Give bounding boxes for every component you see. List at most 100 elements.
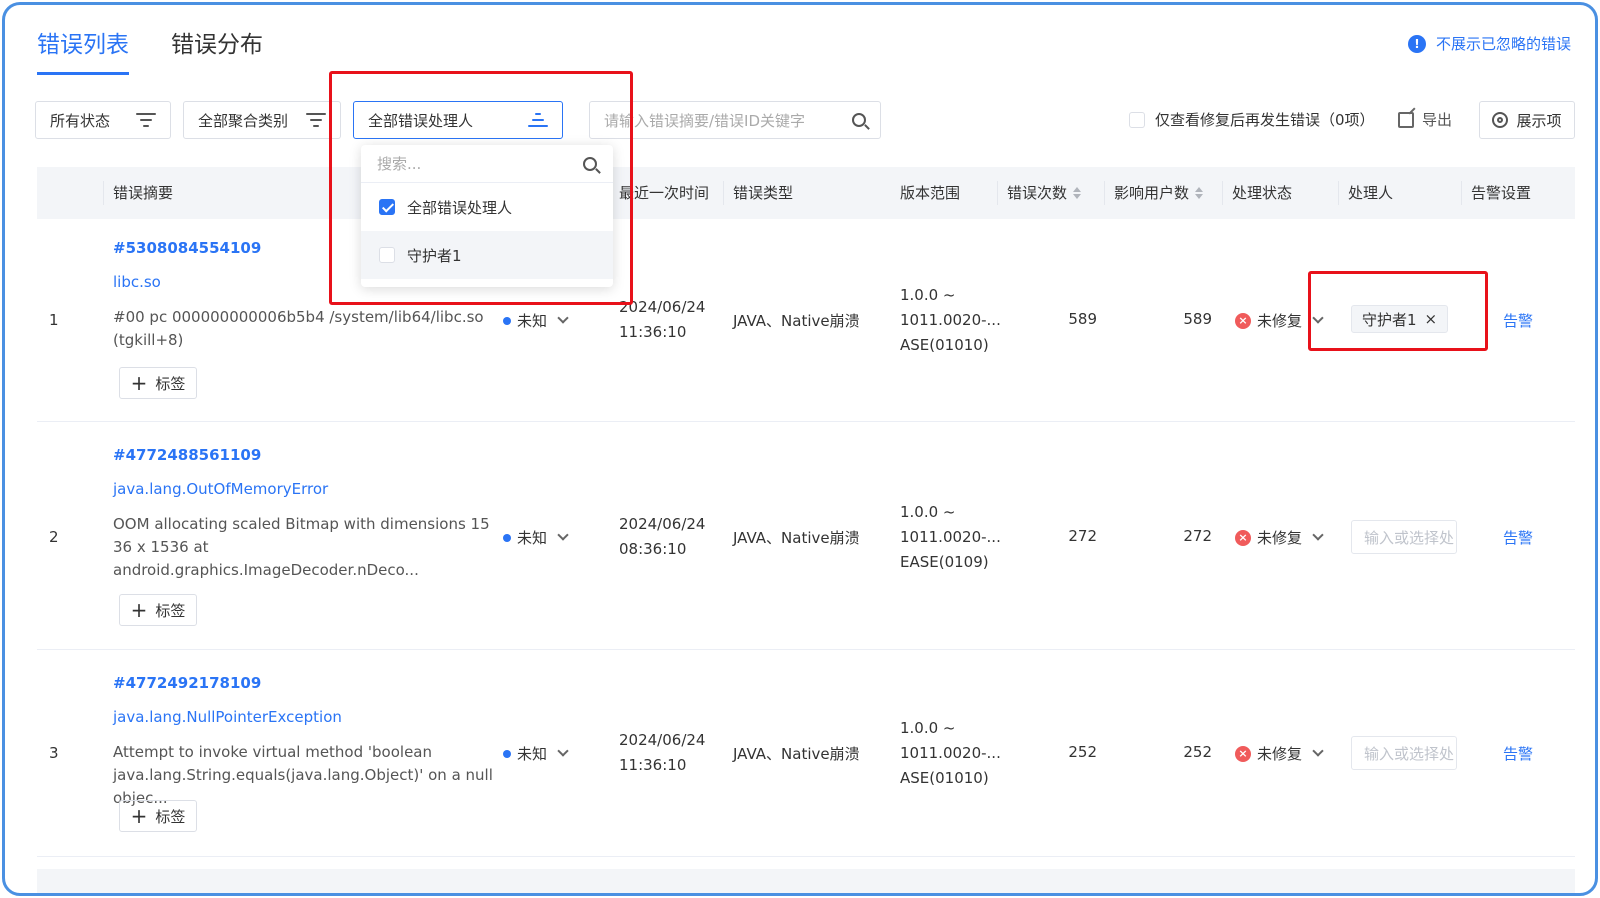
table-row: 3 #4772492178109 java.lang.NullPointerEx…	[37, 650, 1575, 857]
version-suffix: ASE(01010)	[900, 336, 989, 354]
row-index: 3	[49, 744, 59, 762]
plus-icon: +	[130, 371, 148, 395]
error-id-link[interactable]: #5308084554109	[113, 239, 261, 257]
error-icon: ×	[1235, 745, 1251, 762]
status-filter[interactable]: 所有状态	[35, 101, 171, 139]
error-name-link[interactable]: java.lang.NullPointerException	[113, 708, 342, 726]
error-icon: ×	[1235, 312, 1251, 329]
plus-icon: +	[130, 804, 148, 828]
search-icon[interactable]	[852, 113, 866, 127]
chevron-down-icon	[557, 745, 569, 757]
col-users[interactable]: 影响用户数	[1103, 167, 1204, 219]
status-label: 未修复	[1257, 745, 1303, 763]
alert-link[interactable]: 告警	[1503, 743, 1533, 764]
table-row: 2 #4772488561109 java.lang.OutOfMemoryEr…	[37, 422, 1575, 650]
settings-icon	[1492, 112, 1509, 128]
chevron-down-icon	[557, 312, 569, 324]
export-icon	[1398, 111, 1414, 128]
level-label: 未知	[517, 745, 548, 763]
export-label: 导出	[1422, 111, 1453, 129]
add-tag-button[interactable]: + 标签	[119, 367, 197, 399]
last-time-clock: 11:36:10	[619, 756, 687, 774]
error-name-link[interactable]: java.lang.OutOfMemoryError	[113, 480, 328, 498]
level-select[interactable]: 未知	[503, 527, 569, 548]
version-range: 1.0.0 ~ 1011.0020-... EASE(0109)	[900, 500, 1001, 575]
last-time: 2024/06/24 11:36:10	[619, 728, 705, 778]
level-dot-icon	[503, 749, 511, 758]
info-icon: !	[1407, 34, 1426, 53]
tab-bar: 错误列表 错误分布	[37, 25, 263, 75]
error-icon: ×	[1235, 529, 1251, 546]
status-select[interactable]: × 未修复	[1235, 527, 1324, 548]
version-from: 1.0.0 ~	[900, 719, 956, 737]
hide-ignored-toggle[interactable]: ! 不展示已忽略的错误	[1407, 33, 1571, 54]
affected-users: 589	[1183, 310, 1212, 328]
highlight-box-dropdown	[329, 71, 633, 305]
hide-ignored-label: 不展示已忽略的错误	[1435, 35, 1571, 53]
chevron-down-icon	[1312, 529, 1324, 541]
status-select[interactable]: × 未修复	[1235, 743, 1324, 764]
col-type-label: 错误类型	[733, 184, 794, 202]
add-tag-label: 标签	[155, 601, 186, 620]
add-tag-button[interactable]: + 标签	[119, 800, 197, 832]
error-name-link[interactable]: libc.so	[113, 273, 161, 291]
row-index: 2	[49, 528, 59, 546]
col-version-label: 版本范围	[900, 184, 961, 202]
row-index: 1	[49, 311, 59, 329]
only-refixed-checkbox[interactable]: 仅查看修复后再发生错误（0项）	[1129, 109, 1375, 130]
col-status: 处理状态	[1221, 167, 1293, 219]
alert-link[interactable]: 告警	[1503, 527, 1533, 548]
table-header: 错误摘要 最近一次时间 错误类型 版本范围 错误次数 影响用户数 处理状态 处理…	[37, 167, 1575, 219]
sort-icon[interactable]	[1073, 187, 1082, 199]
export-button[interactable]: 导出	[1398, 109, 1452, 130]
status-filter-label: 所有状态	[50, 111, 111, 130]
level-dot-icon	[503, 533, 511, 542]
add-tag-button[interactable]: + 标签	[119, 594, 197, 626]
col-users-label: 影响用户数	[1114, 184, 1190, 202]
handler-input[interactable]: 输入或选择处	[1351, 520, 1457, 554]
version-range: 1.0.0 ~ 1011.0020-... ASE(01010)	[900, 283, 1001, 358]
add-tag-label: 标签	[155, 807, 186, 826]
error-description: OOM allocating scaled Bitmap with dimens…	[113, 515, 490, 579]
tab-error-distribution[interactable]: 错误分布	[171, 25, 263, 75]
col-version: 版本范围	[900, 167, 960, 219]
category-filter[interactable]: 全部聚合类别	[183, 101, 341, 139]
error-id-link[interactable]: #4772492178109	[113, 674, 261, 692]
level-label: 未知	[517, 312, 548, 330]
col-handler: 处理人	[1337, 167, 1393, 219]
error-id-link[interactable]: #4772488561109	[113, 446, 261, 464]
error-type: JAVA、Native崩溃	[733, 745, 860, 763]
category-filter-label: 全部聚合类别	[198, 111, 289, 130]
col-count[interactable]: 错误次数	[996, 167, 1082, 219]
last-time-clock: 11:36:10	[619, 323, 687, 341]
version-from: 1.0.0 ~	[900, 503, 956, 521]
col-status-label: 处理状态	[1232, 184, 1293, 202]
highlight-box-handler	[1308, 271, 1488, 351]
version-from: 1.0.0 ~	[900, 286, 956, 304]
filter-icon	[136, 113, 156, 127]
error-count: 589	[1068, 310, 1097, 328]
sort-icon[interactable]	[1195, 187, 1204, 199]
handler-input[interactable]: 输入或选择处	[1351, 736, 1457, 770]
display-items-label: 展示项	[1516, 111, 1562, 130]
version-suffix: EASE(0109)	[900, 553, 989, 571]
error-count: 272	[1068, 527, 1097, 545]
alert-link[interactable]: 告警	[1503, 310, 1533, 331]
filter-icon	[306, 113, 326, 127]
only-refixed-label: 仅查看修复后再发生错误（0项）	[1155, 111, 1375, 129]
display-items-button[interactable]: 展示项	[1479, 101, 1575, 139]
checkbox[interactable]	[1129, 111, 1145, 128]
affected-users: 272	[1183, 527, 1212, 545]
app-frame: 错误列表 错误分布 ! 不展示已忽略的错误 所有状态 全部聚合类别 全部错误处理…	[2, 2, 1598, 896]
error-type: JAVA、Native崩溃	[733, 312, 860, 330]
tab-error-list[interactable]: 错误列表	[37, 25, 129, 75]
level-dot-icon	[503, 316, 511, 325]
level-label: 未知	[517, 529, 548, 547]
error-description: #00 pc 000000000006b5b4 /system/lib64/li…	[113, 308, 484, 349]
chevron-down-icon	[1312, 745, 1324, 757]
plus-icon: +	[130, 598, 148, 622]
level-select[interactable]: 未知	[503, 743, 569, 764]
level-select[interactable]: 未知	[503, 310, 569, 331]
last-time-clock: 08:36:10	[619, 540, 687, 558]
status-label: 未修复	[1257, 529, 1303, 547]
